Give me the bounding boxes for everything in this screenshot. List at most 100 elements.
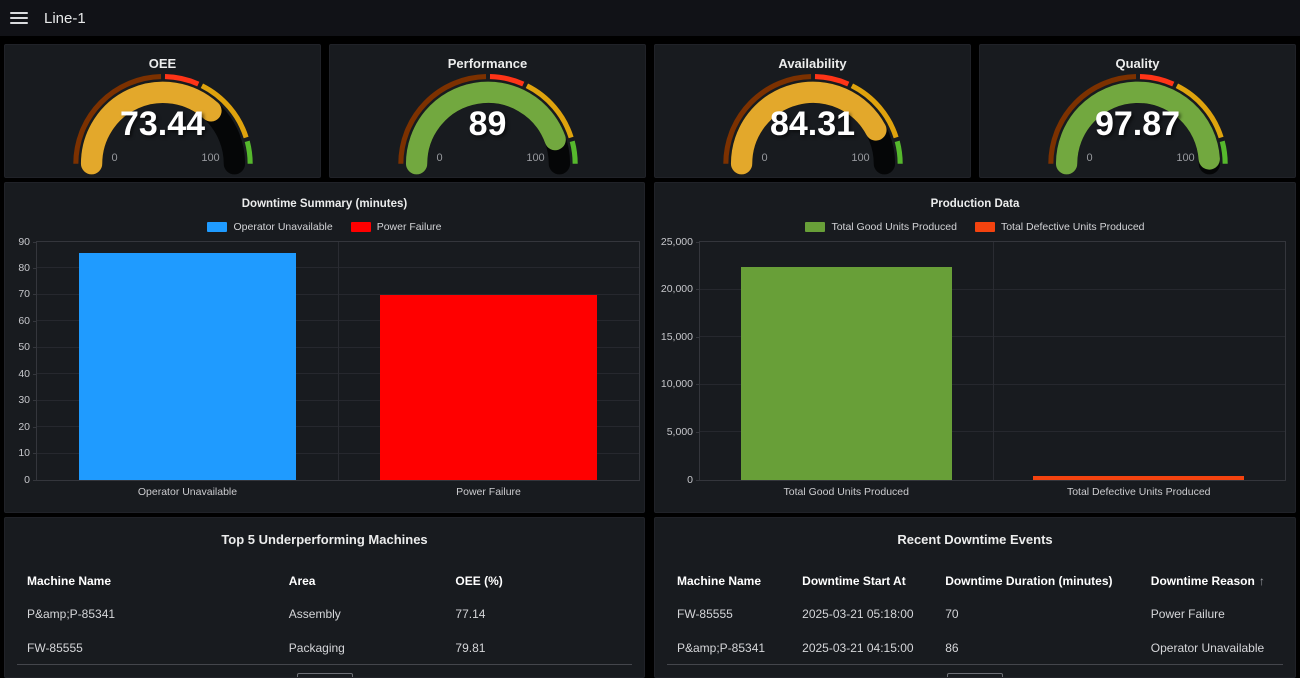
column-header[interactable]: Downtime Start At [802, 574, 945, 588]
panel-title: Production Data [655, 198, 1295, 210]
recent-downtime-events-table-panel: Recent Downtime Events Machine NameDownt… [654, 517, 1296, 678]
table-cell: 2025-03-21 04:15:00 [802, 641, 945, 655]
y-axis-tick [33, 453, 37, 454]
y-axis-label: 20,000 [661, 284, 693, 295]
gauge-threshold-segment [247, 141, 250, 163]
legend-swatch-icon [351, 222, 371, 232]
table-cell: Operator Unavailable [1151, 641, 1273, 655]
table-body: FW-855552025-03-21 05:18:0070Power Failu… [677, 597, 1273, 665]
gauge-value: 84.31 [655, 105, 970, 144]
table-footer-divider [17, 664, 632, 665]
gauge-max-label: 100 [851, 152, 869, 164]
pagination-button[interactable] [297, 673, 353, 678]
column-header[interactable]: Machine Name [27, 574, 289, 588]
table-cell: 2025-03-21 05:18:00 [802, 607, 945, 621]
table-cell: P&amp;P-85341 [27, 607, 289, 621]
legend-item[interactable]: Power Failure [351, 221, 442, 233]
bar[interactable] [741, 267, 952, 480]
column-header[interactable]: Machine Name [677, 574, 802, 588]
downtime-summary-chart-panel: Downtime Summary (minutes) Operator Unav… [4, 182, 645, 513]
legend-item[interactable]: Total Defective Units Produced [975, 221, 1145, 233]
gauge-min-label: 0 [436, 152, 442, 164]
y-axis-tick [696, 480, 700, 481]
y-axis-label: 15,000 [661, 332, 693, 343]
y-axis-tick [33, 400, 37, 401]
category-divider [993, 242, 994, 480]
column-header[interactable]: Downtime Duration (minutes) [945, 574, 1151, 588]
underperforming-machines-table-panel: Top 5 Underperforming Machines Machine N… [4, 517, 645, 678]
gauge-min-label: 0 [761, 152, 767, 164]
y-axis-label: 5,000 [667, 427, 693, 438]
column-header[interactable]: Area [289, 574, 456, 588]
plot-area: 0102030405060708090Operator UnavailableP… [36, 241, 640, 481]
panel-title: Recent Downtime Events [655, 532, 1295, 547]
sort-ascending-icon: ↑ [1259, 574, 1265, 588]
legend-item[interactable]: Operator Unavailable [207, 221, 332, 233]
gauge-threshold-segment [1222, 141, 1225, 163]
gauge-panel-availability: Availability 84.31 0 100 [654, 44, 971, 178]
table-cell: 79.81 [455, 641, 622, 655]
gauge-panel-oee: OEE 73.44 0 100 [4, 44, 321, 178]
y-axis-label: 50 [18, 342, 30, 353]
x-axis-label: Total Defective Units Produced [993, 486, 1286, 498]
y-axis-label: 10 [18, 448, 30, 459]
legend-swatch-icon [805, 222, 825, 232]
table-cell: 77.14 [455, 607, 622, 621]
top-bar: Line-1 [0, 0, 1300, 36]
bar[interactable] [380, 295, 597, 480]
gauge-value: 97.87 [980, 105, 1295, 144]
production-data-chart-panel: Production Data Total Good Units Produce… [654, 182, 1296, 513]
x-axis-label: Power Failure [338, 486, 639, 498]
table-cell: Packaging [289, 641, 456, 655]
y-axis-tick [696, 337, 700, 338]
gauge-panel-performance: Performance 89 0 100 [329, 44, 646, 178]
gauge-value: 73.44 [5, 105, 320, 144]
y-axis-label: 40 [18, 369, 30, 380]
y-axis-label: 10,000 [661, 379, 693, 390]
table-row: FW-85555Packaging79.81 [27, 631, 622, 665]
gauge-threshold-segment [897, 141, 900, 163]
legend-label: Total Defective Units Produced [1001, 221, 1145, 233]
y-axis-label: 25,000 [661, 237, 693, 248]
legend-swatch-icon [207, 222, 227, 232]
y-axis-tick [33, 427, 37, 428]
x-axis-label: Total Good Units Produced [700, 486, 993, 498]
y-axis-label: 0 [24, 475, 30, 486]
y-axis-label: 60 [18, 316, 30, 327]
dashboard: { "topbar": { "title": "Line-1" }, "them… [0, 0, 1300, 678]
legend-item[interactable]: Total Good Units Produced [805, 221, 957, 233]
column-header[interactable]: OEE (%) [455, 574, 622, 588]
y-axis-tick [33, 321, 37, 322]
y-axis-label: 70 [18, 289, 30, 300]
gauge-value: 89 [330, 105, 645, 144]
y-axis-tick [33, 294, 37, 295]
column-header[interactable]: Downtime Reason↑ [1151, 574, 1273, 588]
y-axis-tick [33, 242, 37, 243]
table-body: P&amp;P-85341Assembly77.14FW-85555Packag… [27, 597, 622, 665]
y-axis-tick [33, 374, 37, 375]
table-row: P&amp;P-85341Assembly77.14 [27, 597, 622, 631]
legend-label: Power Failure [377, 221, 442, 233]
gauge-max-label: 100 [1176, 152, 1194, 164]
table-cell: Assembly [289, 607, 456, 621]
legend-label: Total Good Units Produced [831, 221, 957, 233]
y-axis-tick [33, 347, 37, 348]
y-axis-label: 20 [18, 422, 30, 433]
y-axis-label: 80 [18, 263, 30, 274]
bar[interactable] [1033, 476, 1244, 480]
legend-swatch-icon [975, 222, 995, 232]
legend-label: Operator Unavailable [233, 221, 332, 233]
menu-icon[interactable] [10, 12, 28, 25]
y-axis-tick [696, 384, 700, 385]
y-axis-label: 90 [18, 237, 30, 248]
bar[interactable] [79, 253, 296, 480]
table-cell: 86 [945, 641, 1151, 655]
gauge-min-label: 0 [1086, 152, 1092, 164]
gauge-panel-quality: Quality 97.87 0 100 [979, 44, 1296, 178]
plot-area: 05,00010,00015,00020,00025,000Total Good… [699, 241, 1286, 481]
dashboard-title: Line-1 [44, 10, 86, 27]
pagination-button[interactable] [947, 673, 1003, 678]
panel-title: Downtime Summary (minutes) [5, 198, 644, 210]
table-header-row: Machine NameDowntime Start AtDowntime Du… [677, 574, 1273, 588]
table-cell: Power Failure [1151, 607, 1273, 621]
